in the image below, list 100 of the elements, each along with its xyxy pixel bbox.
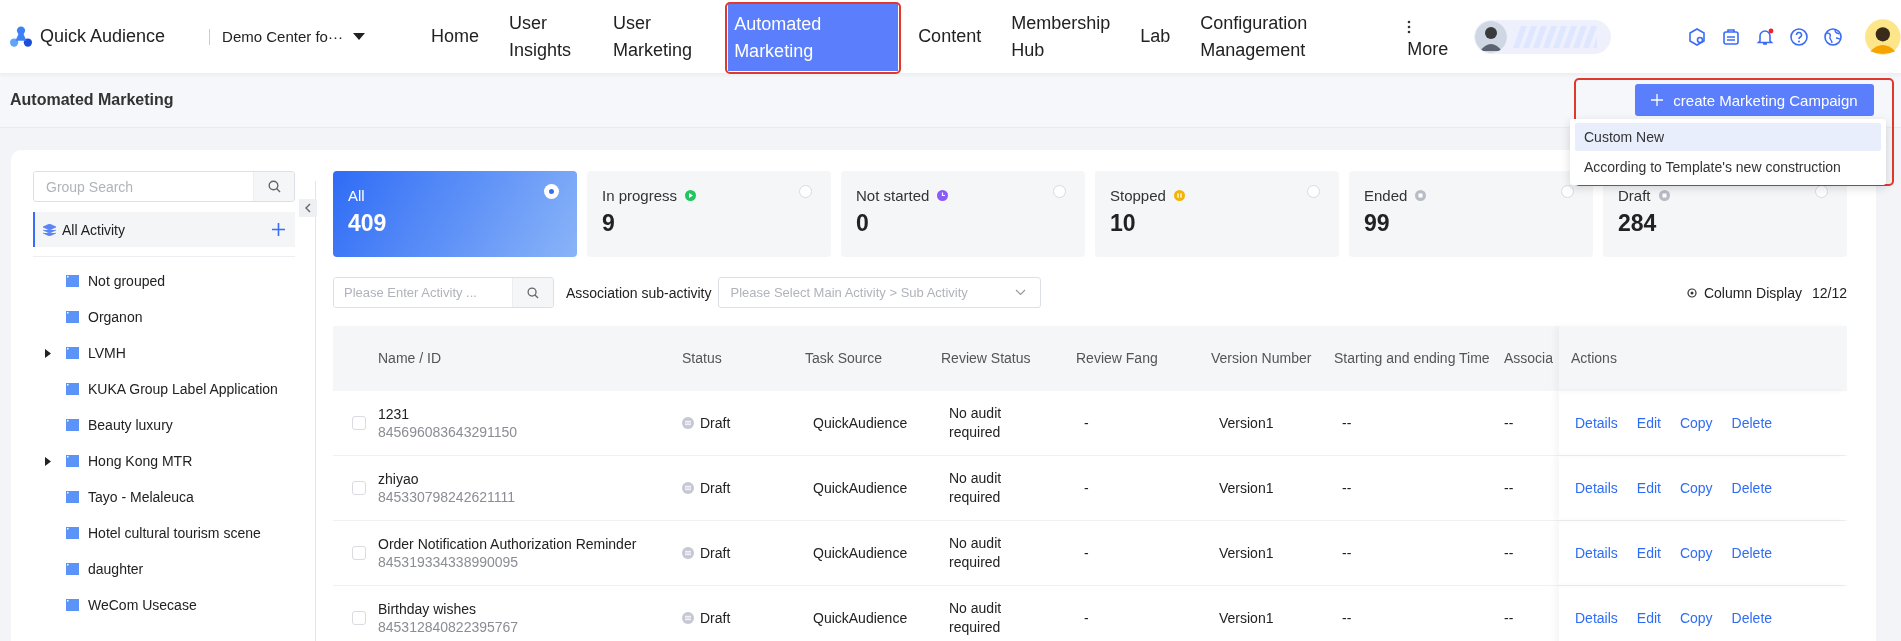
radio[interactable] bbox=[1307, 185, 1320, 198]
user-pill[interactable] bbox=[1474, 19, 1612, 54]
status-card[interactable]: All 409 bbox=[333, 171, 577, 257]
group-item[interactable]: Beauty luxury bbox=[33, 407, 295, 443]
status-card[interactable]: Not started 0 bbox=[841, 171, 1085, 257]
nav-tab[interactable]: Configuration Management bbox=[1192, 4, 1316, 69]
folder-icon bbox=[66, 419, 79, 431]
table-cell-text: -- bbox=[1504, 610, 1515, 626]
group-item[interactable]: Hong Kong MTR bbox=[33, 443, 295, 479]
more-menu[interactable]: More bbox=[1399, 4, 1457, 69]
settings-icon[interactable] bbox=[1687, 26, 1708, 47]
table-cell-text: No audit required bbox=[948, 534, 1003, 572]
action-link[interactable]: Edit bbox=[1636, 545, 1661, 561]
folder-icon bbox=[66, 527, 79, 539]
group-item[interactable]: WeCom Usecase bbox=[33, 587, 295, 623]
table-cell-text: Version1 bbox=[1218, 415, 1275, 431]
all-activity-item[interactable]: All Activity bbox=[33, 212, 295, 247]
nav-tab[interactable]: Content bbox=[910, 4, 990, 69]
status-count: 0 bbox=[856, 210, 870, 237]
group-item[interactable]: KUKA Group Label Application bbox=[33, 371, 295, 407]
action-link[interactable]: Copy bbox=[1679, 545, 1713, 561]
briefcase-icon[interactable] bbox=[1721, 26, 1742, 47]
action-link[interactable]: Edit bbox=[1636, 610, 1661, 626]
table-cell-text: QuickAudience bbox=[812, 415, 909, 431]
radio[interactable] bbox=[1053, 185, 1066, 198]
column-header: Review Fang bbox=[1076, 349, 1159, 368]
group-item[interactable]: Tayo - Melaleuca bbox=[33, 479, 295, 515]
group-item[interactable]: Organon bbox=[33, 299, 295, 335]
chevron-down-icon bbox=[1014, 289, 1026, 296]
column-display-button[interactable]: Column Display bbox=[1686, 284, 1802, 301]
notification-icon[interactable] bbox=[1755, 26, 1776, 47]
table-cell-text: -- bbox=[1504, 480, 1515, 496]
radio[interactable] bbox=[1561, 185, 1574, 198]
create-campaign-button[interactable]: create Marketing Campaign bbox=[1635, 84, 1874, 116]
status-label: Draft bbox=[1618, 187, 1651, 204]
checkbox[interactable] bbox=[351, 481, 366, 495]
nav-tab[interactable]: Lab bbox=[1132, 4, 1179, 69]
table-cell-text: - bbox=[1083, 610, 1090, 626]
status-label: Not started bbox=[856, 187, 930, 204]
group-search-field[interactable]: Group Search bbox=[33, 171, 295, 202]
nav-tab[interactable]: Home bbox=[423, 4, 487, 69]
action-link[interactable]: Details bbox=[1575, 545, 1618, 561]
help-icon[interactable] bbox=[1789, 26, 1810, 47]
table-cell-text: Version1 bbox=[1218, 545, 1275, 561]
action-link[interactable]: Delete bbox=[1731, 545, 1773, 561]
group-item[interactable]: LVMH bbox=[33, 335, 295, 371]
table-cell-text: No audit required bbox=[948, 404, 1003, 442]
nav-tab[interactable]: Membership Hub bbox=[1003, 4, 1119, 69]
checkbox[interactable] bbox=[351, 611, 366, 625]
status-count: 409 bbox=[348, 210, 388, 237]
status-text: Draft bbox=[700, 415, 731, 431]
chevron-left-icon bbox=[305, 203, 311, 213]
status-card[interactable]: Stopped 10 bbox=[1095, 171, 1339, 257]
checkbox[interactable] bbox=[351, 416, 366, 430]
action-link[interactable]: Edit bbox=[1636, 480, 1661, 496]
status-label: All bbox=[348, 187, 365, 204]
avatar[interactable] bbox=[1865, 16, 1901, 57]
search-icon bbox=[527, 286, 539, 299]
action-link[interactable]: Details bbox=[1575, 480, 1618, 496]
search-button[interactable] bbox=[512, 278, 553, 307]
column-header: Status bbox=[682, 349, 723, 368]
nav-tab[interactable]: Automated Marketing bbox=[728, 4, 899, 71]
search-button[interactable] bbox=[253, 172, 294, 201]
collapse-button[interactable] bbox=[299, 199, 317, 217]
activity-name: zhiyao bbox=[378, 471, 419, 487]
action-link[interactable]: Delete bbox=[1731, 610, 1773, 626]
action-link[interactable]: Copy bbox=[1679, 415, 1713, 431]
layers-icon bbox=[43, 223, 56, 236]
group-item[interactable]: Not grouped bbox=[33, 263, 295, 299]
globe-icon[interactable] bbox=[1823, 26, 1844, 47]
add-group-icon[interactable] bbox=[272, 223, 285, 236]
action-link[interactable]: Details bbox=[1575, 415, 1618, 431]
group-item[interactable]: Hotel cultural tourism scene bbox=[33, 515, 295, 551]
status-text: Draft bbox=[700, 545, 731, 561]
workspace-selector[interactable]: Demo Center fo··· bbox=[222, 28, 365, 45]
expand-caret-icon[interactable] bbox=[45, 348, 51, 358]
action-link[interactable]: Copy bbox=[1679, 480, 1713, 496]
filter-label: Association sub-activity bbox=[566, 284, 712, 301]
draft-status-icon bbox=[682, 612, 694, 624]
radio[interactable] bbox=[799, 185, 812, 198]
status-card[interactable]: In progress 9 bbox=[587, 171, 831, 257]
folder-icon bbox=[66, 275, 79, 287]
action-link[interactable]: Copy bbox=[1679, 610, 1713, 626]
action-link[interactable]: Delete bbox=[1731, 415, 1773, 431]
dropdown-menu-item[interactable]: Custom New bbox=[1575, 123, 1881, 151]
nav-tab[interactable]: User Insights bbox=[501, 4, 592, 69]
action-link[interactable]: Details bbox=[1575, 610, 1618, 626]
status-count: 9 bbox=[602, 210, 616, 237]
action-link[interactable]: Delete bbox=[1731, 480, 1773, 496]
nav-tab[interactable]: User Marketing bbox=[605, 4, 709, 69]
folder-icon bbox=[66, 491, 79, 503]
status-card[interactable]: Ended 99 bbox=[1349, 171, 1593, 257]
search-icon bbox=[267, 180, 281, 193]
checkbox[interactable] bbox=[351, 546, 366, 560]
table-cell-text: -- bbox=[1341, 545, 1353, 561]
expand-caret-icon[interactable] bbox=[45, 456, 51, 466]
activity-search-field[interactable]: Please Enter Activity ... bbox=[333, 277, 554, 308]
group-item[interactable]: daughter bbox=[33, 551, 295, 587]
status-text: Draft bbox=[700, 480, 731, 496]
action-link[interactable]: Edit bbox=[1636, 415, 1661, 431]
